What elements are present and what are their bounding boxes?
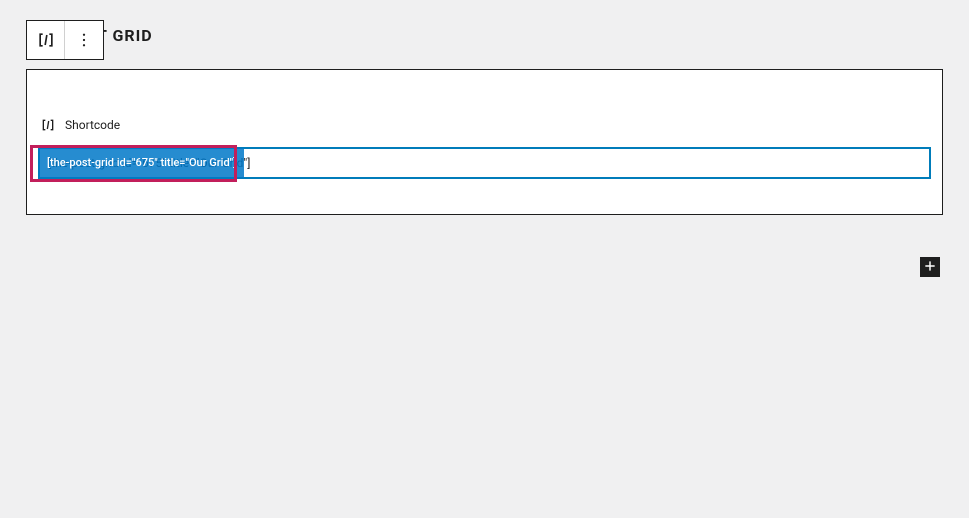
shortcode-icon	[39, 116, 57, 134]
shortcode-icon	[36, 30, 56, 50]
shortcode-block[interactable]: Shortcode [the-post-grid id="675" title=…	[26, 69, 943, 215]
plus-icon	[923, 258, 937, 277]
page-title: T GRID	[97, 26, 153, 45]
more-vertical-icon	[75, 31, 93, 49]
shortcode-block-label: Shortcode	[65, 118, 120, 132]
add-block-button[interactable]	[920, 257, 940, 277]
block-toolbar	[26, 20, 104, 60]
shortcode-input-wrap: [the-post-grid id="675" title="Our Grid"…	[39, 148, 930, 178]
editor-canvas: T GRID Shortcode	[0, 0, 969, 518]
shortcode-input[interactable]	[39, 148, 930, 178]
shortcode-block-header: Shortcode	[39, 116, 930, 134]
block-options-button[interactable]	[65, 21, 103, 59]
block-type-button[interactable]	[27, 21, 65, 59]
